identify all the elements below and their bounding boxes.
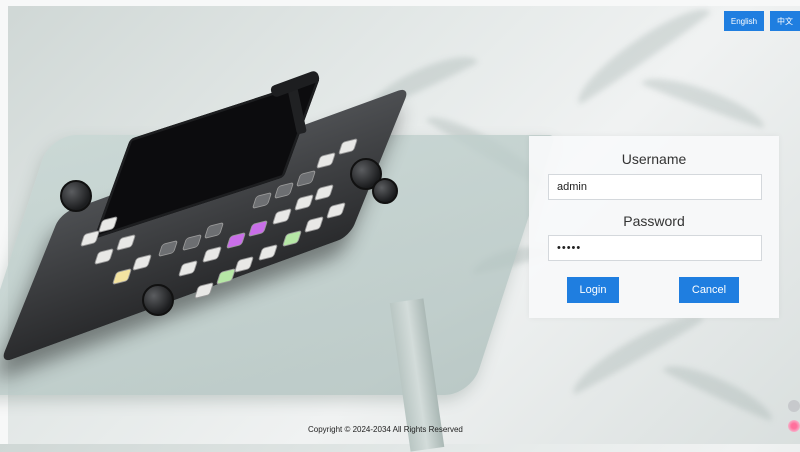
flower-icon[interactable] [788,420,800,432]
copyright-text: Copyright © 2024-2034 All Rights Reserve… [308,425,463,434]
chinese-button[interactable]: 中文 [770,11,800,31]
zoom-knob [60,180,92,212]
leaf-shadow [640,68,770,130]
english-button[interactable]: English [724,11,764,31]
username-label: Username [621,151,687,167]
tilt-knob [142,284,174,316]
cancel-button[interactable]: Cancel [679,277,739,303]
pan-knob [372,178,398,204]
login-panel: Username admin Password ••••• Login Canc… [529,136,779,318]
password-input[interactable]: ••••• [548,235,762,261]
settings-icon[interactable] [788,400,800,412]
username-input[interactable]: admin [548,174,762,200]
top-border [0,0,800,6]
password-label: Password [623,213,685,229]
login-button[interactable]: Login [567,277,619,303]
leaf-shadow [661,355,779,423]
